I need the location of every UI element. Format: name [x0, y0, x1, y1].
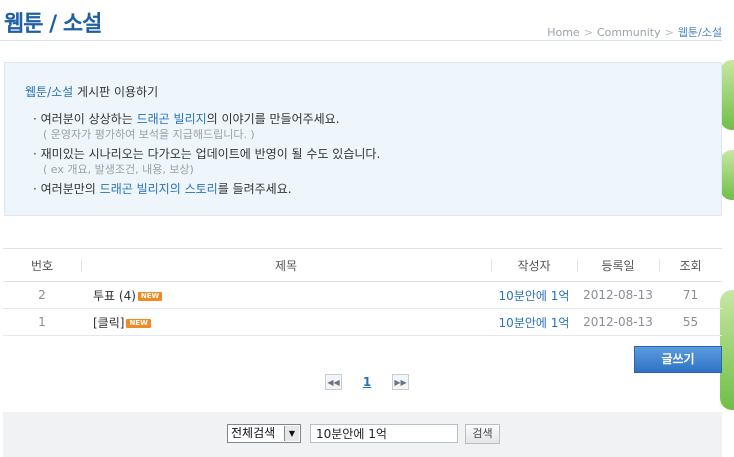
- post-date: 2012-08-13: [583, 315, 653, 329]
- post-writer[interactable]: 10분안에 1억: [491, 309, 577, 336]
- table-row: 2 투표 (4) NEW 10분안에 1억 2012-08-13 71: [3, 282, 722, 309]
- post-writer[interactable]: 10분안에 1억: [491, 282, 577, 309]
- post-views: 55: [682, 315, 699, 329]
- info-line: · 여러분이 상상하는 드래곤 빌리지의 이야기를 만들어주세요.: [33, 112, 340, 126]
- post-views: 71: [682, 288, 699, 302]
- post-title-link[interactable]: [클릭]: [93, 316, 124, 330]
- breadcrumb-home[interactable]: Home: [547, 26, 579, 39]
- table-row: 1 [클릭] NEW 10분안에 1억 2012-08-13 55: [3, 309, 722, 336]
- table-header-row: 번호 제목 작성자 등록일 조회: [3, 248, 722, 282]
- header-date: 등록일: [577, 249, 659, 282]
- breadcrumb-community[interactable]: Community: [597, 26, 661, 39]
- pagination: ◀◀ 1 ▶▶: [325, 374, 409, 390]
- header-views: 조회: [659, 249, 722, 282]
- page-title: 웹툰 / 소설: [4, 12, 102, 37]
- search-bar: 전체검색▼ 검색: [3, 412, 722, 457]
- board-table: 번호 제목 작성자 등록일 조회 2 투표 (4) NEW 10분안에 1억 20…: [3, 248, 722, 336]
- info-line: · 여러분만의 드래곤 빌리지의 스토리를 들려주세요.: [33, 182, 292, 196]
- search-scope-select[interactable]: 전체검색 ▼: [227, 424, 301, 443]
- new-badge: NEW: [137, 291, 163, 301]
- info-title: 웹툰/소설 게시판 이용하기: [25, 85, 159, 99]
- search-button[interactable]: 검색: [465, 424, 500, 444]
- dropdown-arrow-icon[interactable]: ▼: [284, 426, 299, 441]
- header-divider: [0, 40, 722, 41]
- post-title-link[interactable]: 투표 (4): [93, 289, 136, 303]
- leaf-decoration: [720, 290, 734, 410]
- write-button[interactable]: 글쓰기: [634, 346, 722, 373]
- new-badge: NEW: [126, 318, 151, 328]
- post-number: 2: [38, 288, 46, 302]
- board-info-box: 웹툰/소설 게시판 이용하기 · 여러분이 상상하는 드래곤 빌리지의 이야기를…: [4, 62, 722, 216]
- double-right-arrow-icon[interactable]: ▶▶: [392, 374, 409, 390]
- info-line: · 재미있는 시나리오는 다가오는 업데이트에 반영이 될 수도 있습니다.: [33, 147, 381, 161]
- search-input[interactable]: [310, 424, 458, 443]
- info-subline: ( 운영자가 평가하여 보석을 지급해드립니다. ): [43, 128, 255, 141]
- header-writer: 작성자: [491, 249, 577, 282]
- post-subject[interactable]: [클릭] NEW: [81, 309, 491, 336]
- leaf-decoration: [720, 150, 734, 200]
- post-subject[interactable]: 투표 (4) NEW: [81, 282, 491, 309]
- chevron-right-icon: >: [664, 26, 674, 39]
- breadcrumb: Home > Community > 웹툰/소설: [547, 24, 722, 40]
- double-left-arrow-icon[interactable]: ◀◀: [325, 374, 342, 390]
- header-subject: 제목: [81, 249, 491, 282]
- page-number-current[interactable]: 1: [342, 375, 392, 389]
- header-no: 번호: [30, 258, 54, 273]
- leaf-decoration: [720, 60, 734, 130]
- info-subline: ( ex 개요, 발생조건, 내용, 보상): [43, 163, 194, 176]
- chevron-right-icon: >: [583, 26, 593, 39]
- breadcrumb-current[interactable]: 웹툰/소설: [678, 26, 722, 39]
- post-number: 1: [38, 315, 46, 329]
- post-date: 2012-08-13: [583, 288, 653, 302]
